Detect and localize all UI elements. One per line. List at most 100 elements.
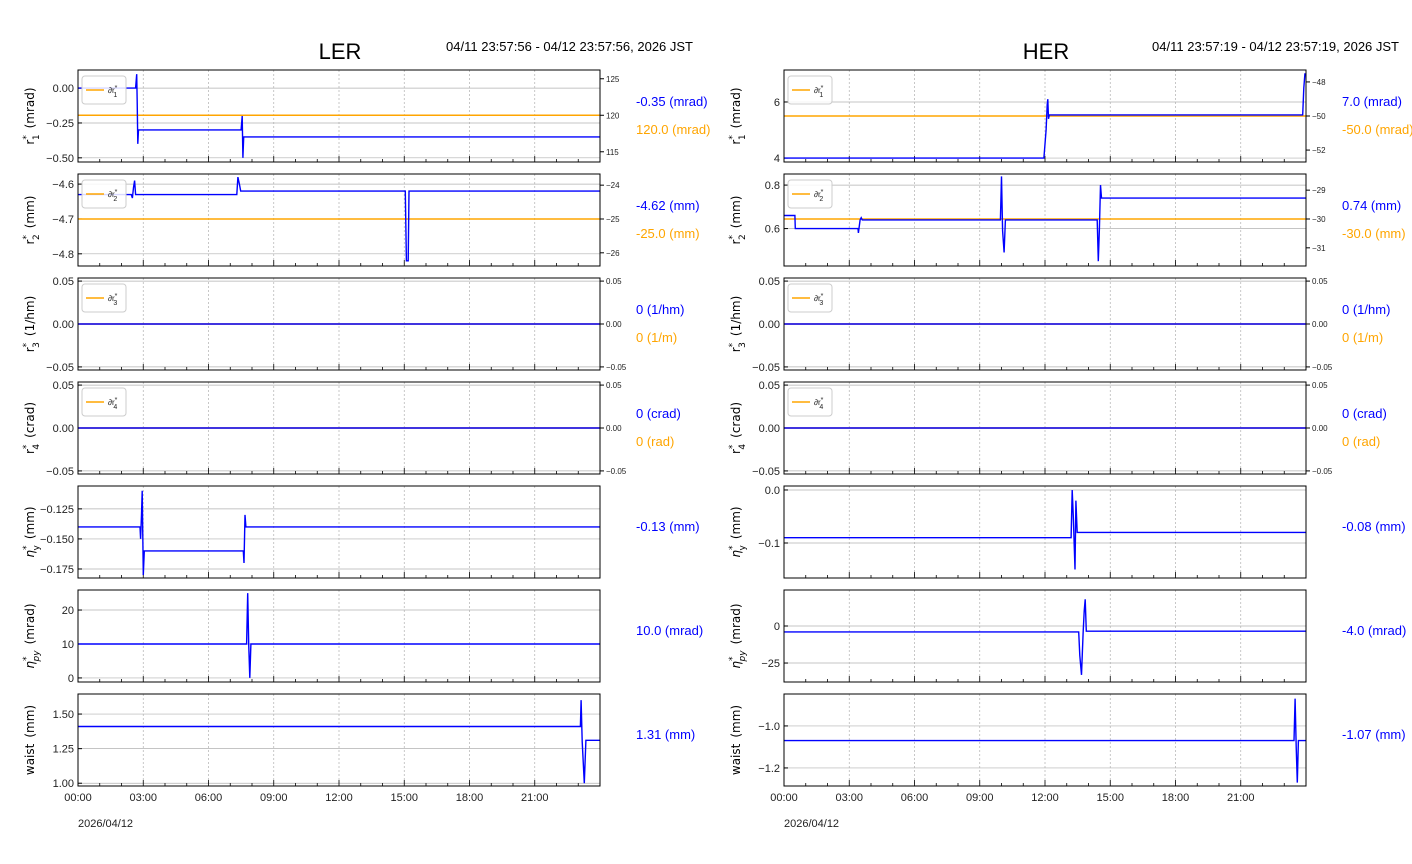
y-axis-sup: * bbox=[22, 444, 32, 449]
y-axis-sub: 1 bbox=[32, 134, 42, 140]
y-axis-unit: (1/hm) bbox=[729, 296, 743, 336]
y-axis-sub: y bbox=[32, 544, 42, 550]
x-tick-label: 21:00 bbox=[1227, 792, 1255, 804]
legend-sub: 2 bbox=[819, 196, 823, 203]
y-tick-label: −0.25 bbox=[46, 118, 74, 130]
measured-series-line bbox=[784, 489, 1306, 570]
current-value-label: 0 (crad) bbox=[1342, 406, 1387, 421]
y-axis-unit: (mm) bbox=[729, 506, 743, 539]
y-axis-unit: (mm) bbox=[23, 196, 37, 229]
y-axis-label: waist (mm) bbox=[729, 705, 743, 775]
y-axis-sub: py bbox=[738, 650, 748, 663]
x-tick-label: 03:00 bbox=[835, 792, 863, 804]
y-tick-label: −0.175 bbox=[40, 564, 74, 576]
legend-sup: * bbox=[821, 85, 824, 92]
right-y-tick-label: 0.05 bbox=[1312, 277, 1328, 286]
legend-sup: * bbox=[115, 293, 118, 300]
legend-sup: * bbox=[115, 189, 118, 196]
y-axis-unit: (1/hm) bbox=[23, 296, 37, 336]
right-y-tick-label: −0.05 bbox=[1312, 363, 1333, 372]
right-y-tick-label: −29 bbox=[1312, 186, 1326, 195]
current-value-label: 7.0 (mrad) bbox=[1342, 94, 1402, 109]
x-tick-label: 00:00 bbox=[770, 792, 798, 804]
panel-2: −4.6−4.7−4.8−24−25−26∂r* 2r*2(mm) -4.62 (m… bbox=[22, 173, 700, 267]
y-axis-label: r*2(mm) bbox=[22, 196, 42, 245]
current-value-label: -0.35 (mrad) bbox=[636, 94, 708, 109]
y-axis-label: r*2(mm) bbox=[728, 196, 748, 245]
x-tick-label: 15:00 bbox=[1096, 792, 1124, 804]
y-tick-label: −0.05 bbox=[752, 362, 780, 374]
right-y-tick-label: 125 bbox=[606, 75, 620, 84]
y-tick-label: 0.00 bbox=[53, 423, 74, 435]
legend: ∂r* 2 bbox=[787, 179, 833, 209]
y-axis-label: r*4(crad) bbox=[22, 402, 42, 454]
right-y-tick-label: 0.00 bbox=[1312, 424, 1328, 433]
y-axis-label: r*3(1/hm) bbox=[22, 296, 42, 353]
current-value-label: -0.13 (mm) bbox=[636, 519, 700, 534]
legend-sup: * bbox=[821, 397, 824, 404]
target-value-label: 0 (1/m) bbox=[1342, 330, 1383, 345]
chart-title: HER bbox=[1023, 39, 1069, 64]
current-value-label: 0.74 (mm) bbox=[1342, 198, 1401, 213]
legend-sub: 2 bbox=[113, 196, 117, 203]
y-axis-sub: 4 bbox=[738, 444, 748, 450]
current-value-label: 0 (crad) bbox=[636, 406, 681, 421]
y-tick-label: 0.00 bbox=[53, 83, 74, 95]
y-axis-label: r*1(mrad) bbox=[728, 87, 748, 144]
panel-3: 0.050.00−0.050.050.00−0.05∂r* 3r*3(1/hm) 0… bbox=[728, 276, 1390, 374]
y-tick-label: 0.00 bbox=[759, 423, 780, 435]
legend-sup: * bbox=[821, 293, 824, 300]
right-y-tick-label: −0.05 bbox=[606, 467, 627, 476]
x-tick-label: 00:00 bbox=[64, 792, 92, 804]
current-value-label: -4.0 (mrad) bbox=[1342, 623, 1406, 638]
x-tick-label: 09:00 bbox=[260, 792, 288, 804]
y-tick-label: 1.50 bbox=[53, 709, 74, 721]
y-tick-label: −25 bbox=[761, 658, 780, 670]
y-axis-label: r*1(mrad) bbox=[22, 87, 42, 144]
right-y-tick-label: 115 bbox=[606, 148, 619, 157]
y-tick-label: 6 bbox=[774, 97, 780, 109]
legend: ∂r* 4 bbox=[787, 387, 833, 417]
y-tick-label: −4.8 bbox=[52, 249, 74, 261]
y-axis-sup: * bbox=[22, 235, 32, 240]
y-tick-label: 10 bbox=[62, 639, 74, 651]
y-axis-sup: * bbox=[728, 235, 738, 240]
date-label: 2026/04/12 bbox=[784, 818, 839, 830]
y-tick-label: 0.05 bbox=[759, 276, 780, 288]
x-tick-label: 15:00 bbox=[390, 792, 418, 804]
y-axis-sub: 3 bbox=[738, 342, 748, 348]
right-y-tick-label: −24 bbox=[606, 181, 620, 190]
y-tick-label: 0.05 bbox=[53, 276, 74, 288]
y-axis-unit: (mrad) bbox=[23, 603, 37, 644]
current-value-label: 0 (1/hm) bbox=[636, 302, 684, 317]
x-tick-label: 18:00 bbox=[1162, 792, 1190, 804]
y-tick-label: 20 bbox=[62, 605, 74, 617]
right-y-tick-label: −0.05 bbox=[1312, 467, 1333, 476]
y-tick-label: 0 bbox=[68, 673, 74, 685]
y-axis-label: η*py(mrad) bbox=[728, 603, 748, 668]
panel-5: −0.125−0.150−0.175η*y(mm) -0.13 (mm) bbox=[22, 485, 700, 579]
y-axis-unit: (mrad) bbox=[729, 87, 743, 128]
panel-3: 0.050.00−0.050.050.00−0.05∂r* 3r*3(1/hm) 0… bbox=[22, 276, 684, 374]
y-tick-label: −1.0 bbox=[758, 721, 780, 733]
current-value-label: -0.08 (mm) bbox=[1342, 519, 1406, 534]
target-value-label: -25.0 (mm) bbox=[636, 226, 700, 241]
y-axis-sup: * bbox=[22, 656, 32, 661]
panel-6: 20100η*py(mrad) 10.0 (mrad) bbox=[22, 589, 703, 685]
x-tick-label: 03:00 bbox=[129, 792, 157, 804]
y-axis-label: η*y(mm) bbox=[22, 506, 42, 557]
panel-4: 0.050.00−0.050.050.00−0.05∂r* 4r*4(crad) 0… bbox=[22, 380, 681, 478]
y-axis-label: waist (mm) bbox=[23, 705, 37, 775]
right-y-tick-label: 0.00 bbox=[1312, 320, 1328, 329]
current-value-label: -4.62 (mm) bbox=[636, 198, 700, 213]
y-tick-label: 0.00 bbox=[759, 319, 780, 331]
panel-4: 0.050.00−0.050.050.00−0.05∂r* 4r*4(crad) 0… bbox=[728, 380, 1387, 478]
y-axis-unit: (mm) bbox=[729, 705, 743, 738]
y-axis-sub: 4 bbox=[32, 444, 42, 450]
x-tick-label: 09:00 bbox=[966, 792, 994, 804]
target-value-label: 0 (rad) bbox=[636, 434, 674, 449]
y-axis-sub: 3 bbox=[32, 342, 42, 348]
legend-sub: 3 bbox=[113, 300, 117, 307]
legend-sub: 1 bbox=[113, 92, 117, 99]
x-tick-label: 06:00 bbox=[901, 792, 929, 804]
